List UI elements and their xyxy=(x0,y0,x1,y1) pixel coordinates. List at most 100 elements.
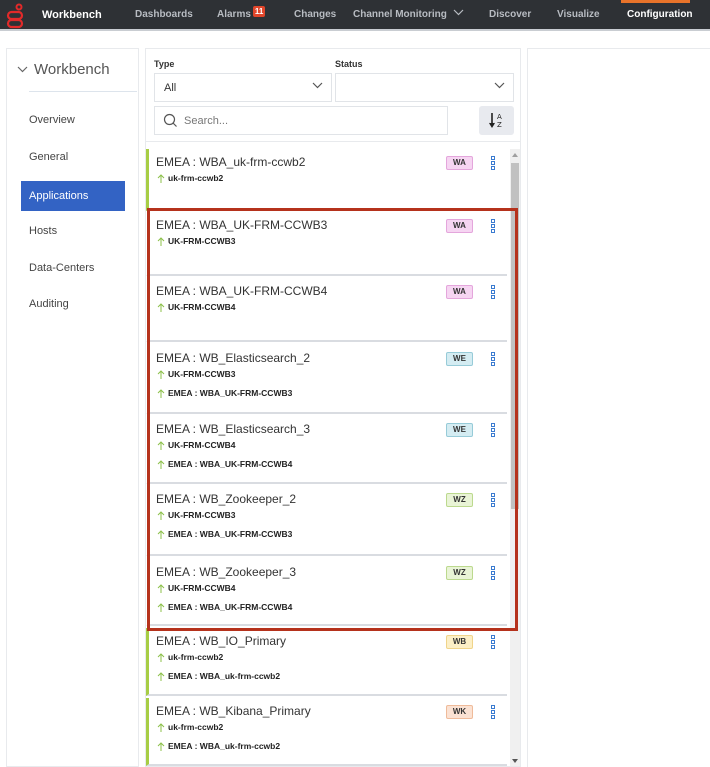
application-card[interactable]: EMEA : WBA_uk-frm-ccwb2 uk-frm-ccwb2 WA xyxy=(146,149,507,211)
arrow-up-icon xyxy=(157,388,165,398)
parent-app-link[interactable]: EMEA : WBA_uk-frm-ccwb2 xyxy=(157,671,280,681)
sidebar-item-data-centers[interactable]: Data-Centers xyxy=(21,253,125,283)
host-link[interactable]: uk-frm-ccwb2 xyxy=(157,173,223,183)
status-filter-label: Status xyxy=(335,59,363,69)
application-card[interactable]: EMEA : WB_IO_Primary uk-frm-ccwb2 EMEA : W… xyxy=(146,628,507,696)
nav-channel-monitoring-label: Channel Monitoring xyxy=(353,9,447,20)
more-options-icon[interactable] xyxy=(491,219,496,234)
more-options-icon[interactable] xyxy=(491,156,496,171)
arrow-up-icon xyxy=(157,671,165,681)
nav-visualize[interactable]: Visualize xyxy=(557,9,600,20)
host-link[interactable]: UK-FRM-CCWB3 xyxy=(157,236,236,246)
app-type-badge: WB xyxy=(446,635,473,649)
type-select[interactable]: All xyxy=(154,73,332,102)
nav-configuration[interactable]: Configuration xyxy=(627,9,693,20)
scroll-down-arrow-icon[interactable] xyxy=(512,759,518,763)
application-title: EMEA : WB_Elasticsearch_2 xyxy=(156,351,311,365)
application-card[interactable]: EMEA : WB_Zookeeper_3 UK-FRM-CCWB4 EMEA : … xyxy=(146,559,507,626)
host-link[interactable]: UK-FRM-CCWB4 xyxy=(157,302,236,312)
type-filter-label: Type xyxy=(154,59,175,69)
application-title: EMEA : WB_Zookeeper_2 xyxy=(156,492,297,506)
status-select[interactable] xyxy=(335,73,514,102)
parent-app-link[interactable]: EMEA : WBA_UK-FRM-CCWB3 xyxy=(157,529,292,539)
nav-changes[interactable]: Changes xyxy=(294,9,336,20)
application-title: EMEA : WB_IO_Primary xyxy=(156,634,287,648)
scroll-up-arrow-icon[interactable] xyxy=(512,153,518,157)
nav-alarms[interactable]: Alarms 11 xyxy=(217,6,266,20)
search-input[interactable]: Search... xyxy=(154,106,448,135)
application-card[interactable]: EMEA : WB_Zookeeper_2 UK-FRM-CCWB3 EMEA : … xyxy=(146,486,507,556)
more-options-icon[interactable] xyxy=(491,635,496,650)
applications-list: EMEA : WBA_uk-frm-ccwb2 uk-frm-ccwb2 WA EME… xyxy=(146,149,510,766)
parent-app-link[interactable]: EMEA : WBA_UK-FRM-CCWB3 xyxy=(157,388,292,398)
sidebar-item-hosts[interactable]: Hosts xyxy=(21,216,125,246)
link-text: EMEA : WBA_uk-frm-ccwb2 xyxy=(168,741,281,751)
link-text: UK-FRM-CCWB4 xyxy=(168,440,236,450)
chevron-down-icon xyxy=(17,66,28,73)
sidebar-item-auditing[interactable]: Auditing xyxy=(21,289,125,319)
sidebar-item-general[interactable]: General xyxy=(21,142,125,172)
arrow-up-icon xyxy=(157,652,165,662)
host-link[interactable]: UK-FRM-CCWB4 xyxy=(157,440,236,450)
nav-dashboards[interactable]: Dashboards xyxy=(135,9,193,20)
sidebar-header[interactable]: Workbench xyxy=(17,61,110,78)
nav-discover[interactable]: Discover xyxy=(489,9,531,20)
chevron-down-icon xyxy=(453,9,464,16)
arrow-up-icon xyxy=(157,369,165,379)
parent-app-link[interactable]: EMEA : WBA_uk-frm-ccwb2 xyxy=(157,741,280,751)
application-card[interactable]: EMEA : WB_Kibana_Primary uk-frm-ccwb2 EMEA… xyxy=(146,698,507,766)
app-type-badge: WA xyxy=(446,219,473,233)
sidebar-header-label: Workbench xyxy=(34,61,110,78)
more-options-icon[interactable] xyxy=(491,423,496,438)
arrow-up-icon xyxy=(157,602,165,612)
arrow-up-icon xyxy=(157,741,165,751)
host-link[interactable]: UK-FRM-CCWB3 xyxy=(157,369,236,379)
arrow-up-icon xyxy=(157,236,165,246)
link-text: uk-frm-ccwb2 xyxy=(168,722,224,732)
application-card[interactable]: EMEA : WB_Elasticsearch_3 UK-FRM-CCWB4 EME… xyxy=(146,416,507,484)
top-navigation-bar: Workbench Dashboards Alarms 11 Changes Ch… xyxy=(0,0,710,31)
scrollbar-thumb[interactable] xyxy=(511,163,519,509)
host-link[interactable]: uk-frm-ccwb2 xyxy=(157,652,223,662)
more-options-icon[interactable] xyxy=(491,705,496,720)
application-card[interactable]: EMEA : WBA_UK-FRM-CCWB3 UK-FRM-CCWB3 WA xyxy=(146,212,507,276)
svg-text:A: A xyxy=(497,113,502,121)
host-link[interactable]: UK-FRM-CCWB3 xyxy=(157,510,236,520)
genesys-logo-icon[interactable] xyxy=(5,3,25,29)
nav-channel-monitoring[interactable]: Channel Monitoring xyxy=(353,9,464,20)
arrow-up-icon xyxy=(157,173,165,183)
sidebar-item-overview[interactable]: Overview xyxy=(21,105,125,135)
more-options-icon[interactable] xyxy=(491,493,496,508)
type-select-value: All xyxy=(164,82,177,94)
link-text: EMEA : WBA_UK-FRM-CCWB3 xyxy=(168,388,293,398)
nav-alarms-label: Alarms xyxy=(217,9,251,20)
sidebar: Workbench Overview General Applications … xyxy=(6,48,139,767)
app-brand[interactable]: Workbench xyxy=(42,9,102,21)
link-text: UK-FRM-CCWB3 xyxy=(168,236,236,246)
arrow-up-icon xyxy=(157,722,165,732)
app-type-badge: WA xyxy=(446,285,473,299)
host-link[interactable]: uk-frm-ccwb2 xyxy=(157,722,223,732)
list-scrollbar[interactable] xyxy=(510,149,520,766)
host-link[interactable]: UK-FRM-CCWB4 xyxy=(157,583,236,593)
parent-app-link[interactable]: EMEA : WBA_UK-FRM-CCWB4 xyxy=(157,459,292,469)
active-tab-indicator xyxy=(621,0,690,3)
application-card[interactable]: EMEA : WBA_UK-FRM-CCWB4 UK-FRM-CCWB4 WA xyxy=(146,278,507,342)
more-options-icon[interactable] xyxy=(491,352,496,367)
link-text: UK-FRM-CCWB4 xyxy=(168,302,236,312)
more-options-icon[interactable] xyxy=(491,566,496,581)
application-title: EMEA : WB_Elasticsearch_3 xyxy=(156,422,311,436)
chevron-down-icon xyxy=(494,82,505,89)
parent-app-link[interactable]: EMEA : WBA_UK-FRM-CCWB4 xyxy=(157,602,292,612)
sort-alpha-az-icon: A Z xyxy=(489,113,502,129)
application-title: EMEA : WBA_UK-FRM-CCWB4 xyxy=(156,284,328,298)
arrow-up-icon xyxy=(157,302,165,312)
sort-button[interactable]: A Z xyxy=(479,106,514,135)
application-card[interactable]: EMEA : WB_Elasticsearch_2 UK-FRM-CCWB3 EME… xyxy=(146,345,507,414)
link-text: uk-frm-ccwb2 xyxy=(168,652,224,662)
more-options-icon[interactable] xyxy=(491,285,496,300)
arrow-up-icon xyxy=(157,583,165,593)
link-text: EMEA : WBA_UK-FRM-CCWB4 xyxy=(168,602,293,612)
sidebar-item-applications[interactable]: Applications xyxy=(21,181,125,211)
application-title: EMEA : WBA_uk-frm-ccwb2 xyxy=(156,155,306,169)
